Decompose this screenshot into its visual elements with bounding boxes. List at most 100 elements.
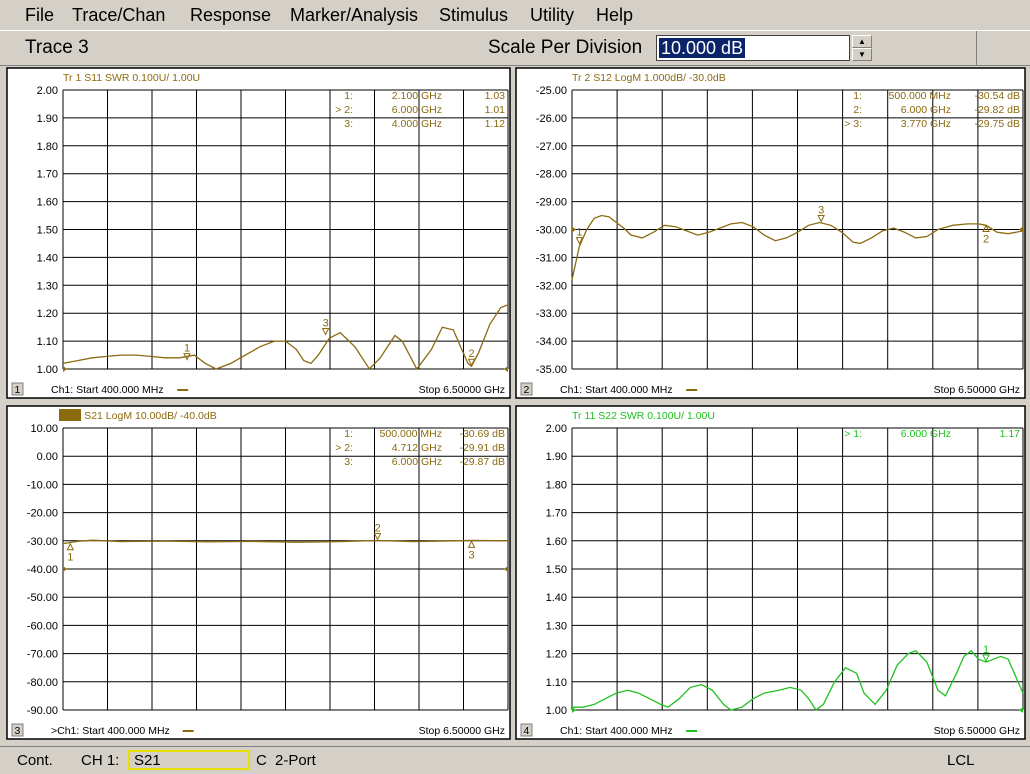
trace-header: Tr 1 S11 SWR 0.100U/ 1.00U bbox=[63, 72, 200, 84]
marker-table-value: -29.82 dB bbox=[974, 104, 1020, 116]
start-frequency-label: Ch1: Start 400.000 MHz bbox=[560, 384, 673, 396]
marker-table-label: 1: bbox=[344, 428, 353, 440]
y-tick-label: 1.20 bbox=[37, 308, 58, 320]
y-tick-label: -28.00 bbox=[536, 169, 567, 181]
scale-per-division-input[interactable]: 10.000 dB bbox=[656, 35, 850, 61]
marker-table-value: -30.54 dB bbox=[974, 90, 1020, 102]
stop-frequency-label: Stop 6.50000 GHz bbox=[934, 384, 1020, 396]
y-tick-label: 1.50 bbox=[546, 564, 567, 576]
spin-down-button[interactable]: ▼ bbox=[852, 48, 872, 61]
marker-table-label: > 1: bbox=[844, 428, 862, 440]
y-tick-label: -31.00 bbox=[536, 252, 567, 264]
y-tick-label: 1.60 bbox=[546, 536, 567, 548]
plot-window-3[interactable]: Tr 3 S21 LogM 10.00dB/ -40.0dB 10.00 0.00 -… bbox=[6, 405, 511, 740]
y-tick-label: 2.00 bbox=[546, 423, 567, 435]
marker-number: 1 bbox=[67, 552, 73, 564]
y-tick-label: 1.10 bbox=[37, 336, 58, 348]
marker-table-value: -29.87 dB bbox=[459, 456, 505, 468]
plot-window-1[interactable]: Tr 1 S11 SWR 0.100U/ 1.00U 2.00 1.90 1.80 1.… bbox=[6, 67, 511, 399]
menu-bar: File Trace/Chan Response Marker/Analysis… bbox=[0, 0, 1030, 30]
y-tick-label: -50.00 bbox=[27, 592, 58, 604]
y-tick-label: 0.00 bbox=[37, 451, 58, 463]
scale-spinner[interactable]: ▲ ▼ bbox=[852, 35, 872, 61]
window-number: 2 bbox=[524, 384, 530, 396]
y-tick-label: -34.00 bbox=[536, 336, 567, 348]
status-sweep-mode[interactable]: Cont. bbox=[17, 752, 53, 769]
plot-window-4[interactable]: Tr 11 S22 SWR 0.100U/ 1.00U 2.00 1.90 1.80 1… bbox=[515, 405, 1026, 740]
marker-table-value: -29.91 dB bbox=[459, 442, 505, 454]
marker-table-label: 1: bbox=[853, 90, 862, 102]
marker-number: 3 bbox=[469, 549, 475, 561]
y-tick-label: -29.00 bbox=[536, 197, 567, 209]
stop-frequency-label: Stop 6.50000 GHz bbox=[934, 725, 1020, 737]
y-tick-label: -30.00 bbox=[27, 536, 58, 548]
y-tick-label: -70.00 bbox=[27, 649, 58, 661]
active-trace-label: Trace 3 bbox=[25, 37, 89, 58]
menu-utility[interactable]: Utility bbox=[530, 5, 574, 26]
y-tick-label: 1.40 bbox=[546, 592, 567, 604]
menu-response[interactable]: Response bbox=[190, 5, 271, 26]
menu-file[interactable]: File bbox=[25, 5, 54, 26]
marker-table-label: 3: bbox=[344, 456, 353, 468]
marker-table-label: > 3: bbox=[844, 118, 862, 130]
status-cal-indicator: C bbox=[256, 752, 267, 769]
marker-table-frequency: 3.770 GHz bbox=[901, 118, 951, 130]
marker-number: 3 bbox=[323, 318, 329, 330]
toolbar-separator bbox=[976, 31, 977, 67]
marker-table-frequency: 500.000 MHz bbox=[380, 428, 442, 440]
marker-number: 1 bbox=[576, 227, 582, 239]
y-tick-label: -30.00 bbox=[536, 225, 567, 237]
y-tick-label: -20.00 bbox=[27, 508, 58, 520]
y-tick-label: 1.50 bbox=[37, 225, 58, 237]
y-tick-label: -35.00 bbox=[536, 364, 567, 376]
y-tick-label: -90.00 bbox=[27, 705, 58, 717]
y-tick-label: 1.90 bbox=[546, 451, 567, 463]
y-tick-label: 1.70 bbox=[546, 508, 567, 520]
marker-table-value: 1.12 bbox=[485, 118, 506, 130]
y-tick-label: 1.70 bbox=[37, 169, 58, 181]
marker-table-frequency: 6.000 GHz bbox=[392, 104, 442, 116]
y-tick-label: 1.00 bbox=[546, 705, 567, 717]
marker-number: 1 bbox=[184, 343, 190, 355]
menu-trace-chan[interactable]: Trace/Chan bbox=[72, 5, 165, 26]
y-tick-label: -60.00 bbox=[27, 620, 58, 632]
marker-table-value: 1.03 bbox=[485, 90, 506, 102]
marker-number: 2 bbox=[983, 233, 989, 245]
y-tick-label: 10.00 bbox=[30, 423, 58, 435]
y-tick-label: 1.60 bbox=[37, 197, 58, 209]
spin-up-button[interactable]: ▲ bbox=[852, 35, 872, 48]
marker-number: 2 bbox=[469, 348, 475, 360]
start-frequency-label: Ch1: Start 400.000 MHz bbox=[51, 384, 164, 396]
status-active-parameter[interactable]: S21 bbox=[128, 750, 250, 770]
y-tick-label: -26.00 bbox=[536, 113, 567, 125]
marker-table-label: 3: bbox=[344, 118, 353, 130]
trace-header: Tr 11 S22 SWR 0.100U/ 1.00U bbox=[572, 410, 715, 422]
marker-table-label: 1: bbox=[344, 90, 353, 102]
y-tick-label: -25.00 bbox=[536, 85, 567, 97]
menu-marker-analysis[interactable]: Marker/Analysis bbox=[290, 5, 418, 26]
stop-frequency-label: Stop 6.50000 GHz bbox=[419, 384, 505, 396]
y-tick-label: 1.90 bbox=[37, 113, 58, 125]
start-frequency-label: >Ch1: Start 400.000 MHz bbox=[51, 725, 170, 737]
measurement-display: Tr 1 S11 SWR 0.100U/ 1.00U 2.00 1.90 1.80 1.… bbox=[5, 66, 1026, 744]
menu-stimulus[interactable]: Stimulus bbox=[439, 5, 508, 26]
start-frequency-label: Ch1: Start 400.000 MHz bbox=[560, 725, 673, 737]
y-tick-label: -32.00 bbox=[536, 280, 567, 292]
y-tick-label: 1.10 bbox=[546, 677, 567, 689]
window-number: 4 bbox=[524, 725, 530, 737]
plot-window-2[interactable]: Tr 2 S12 LogM 1.000dB/ -30.0dB -25.00 -26.… bbox=[515, 67, 1026, 399]
window-number: 3 bbox=[15, 725, 21, 737]
trace-header: Tr 3 S21 LogM 10.00dB/ -40.0dB bbox=[63, 410, 217, 422]
marker-table-label: > 2: bbox=[335, 442, 353, 454]
marker-table-value: -30.69 dB bbox=[459, 428, 505, 440]
marker-table-frequency: 500.000 MHz bbox=[889, 90, 951, 102]
y-tick-label: -33.00 bbox=[536, 308, 567, 320]
marker-number: 1 bbox=[983, 644, 989, 656]
y-tick-label: 1.80 bbox=[37, 141, 58, 153]
marker-table-value: -29.75 dB bbox=[974, 118, 1020, 130]
scale-per-division-value: 10.000 dB bbox=[659, 38, 746, 58]
entry-toolbar: Trace 3 Scale Per Division 10.000 dB ▲ ▼ bbox=[0, 30, 1030, 67]
marker-number: 3 bbox=[818, 205, 824, 217]
marker-number: 2 bbox=[375, 523, 381, 535]
menu-help[interactable]: Help bbox=[596, 5, 633, 26]
